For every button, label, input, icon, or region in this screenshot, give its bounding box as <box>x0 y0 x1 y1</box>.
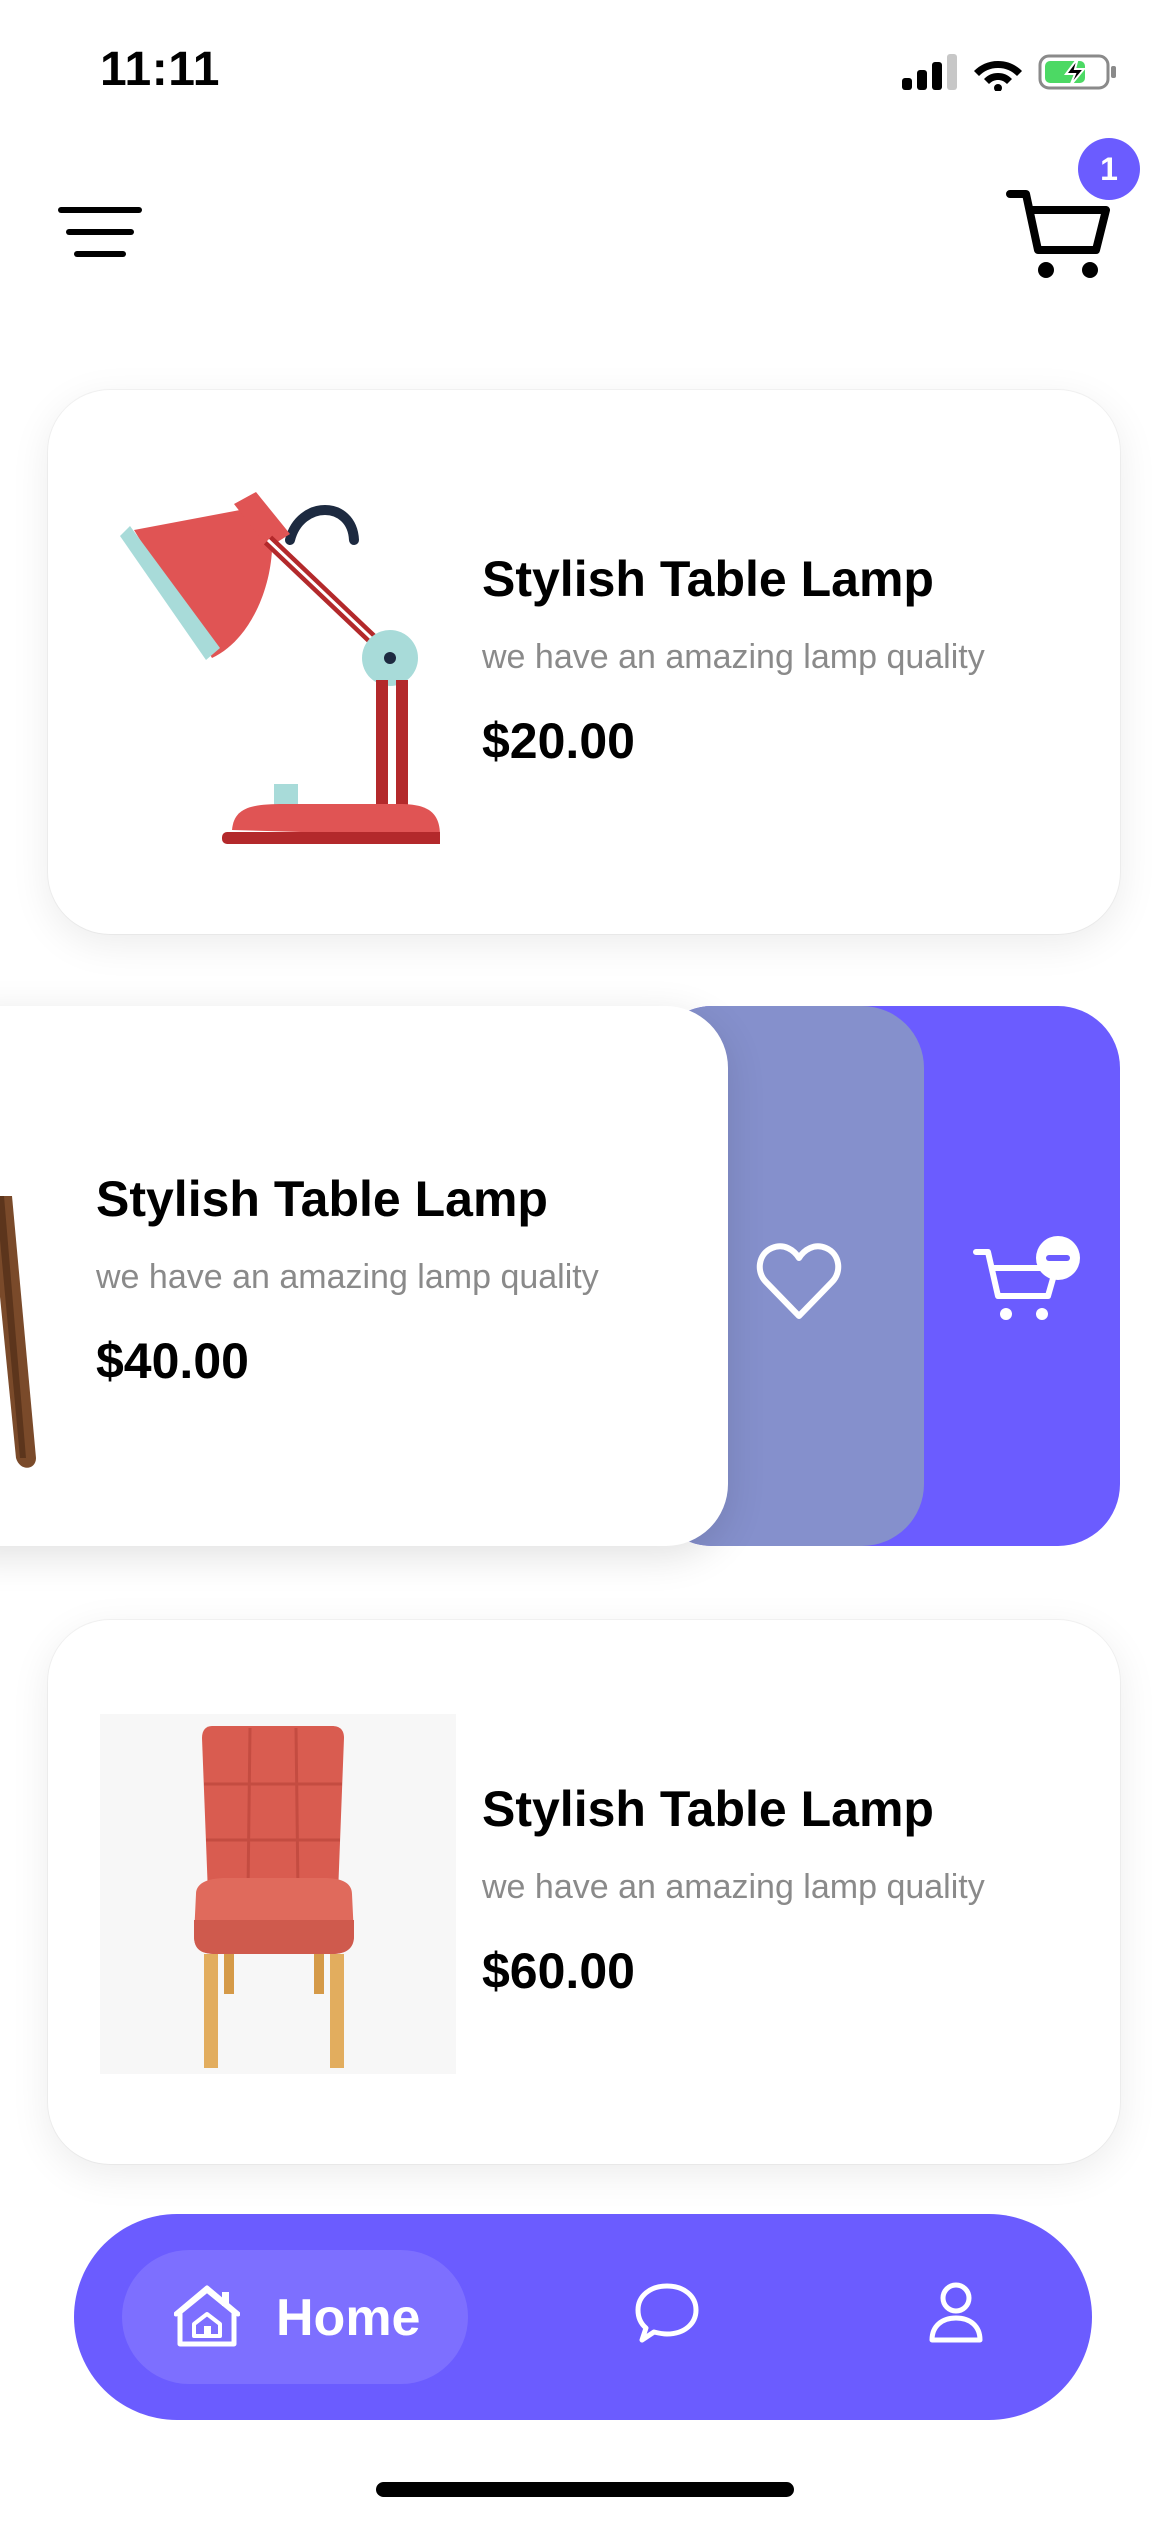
cart-remove-icon <box>973 1236 1080 1320</box>
cart-count-badge: 1 <box>1078 138 1140 200</box>
nav-home-label: Home <box>276 2289 421 2347</box>
status-time: 11:11 <box>100 43 220 96</box>
product-title: Stylish Table Lamp <box>482 1781 934 1837</box>
chair-image <box>100 1714 456 2074</box>
wifi-icon <box>974 61 1022 91</box>
cart-button[interactable] <box>1006 188 1110 284</box>
home-icon <box>174 2285 240 2347</box>
nav-item-profile[interactable] <box>928 2280 984 2346</box>
product-subtitle: we have an amazing lamp quality <box>482 1868 985 1906</box>
battery-charging-icon <box>1038 54 1116 90</box>
product-card[interactable]: Stylish Table Lamp we have an amazing la… <box>48 1620 1120 2164</box>
nav-item-home[interactable]: Home <box>122 2250 468 2384</box>
product-price: $20.00 <box>482 713 635 769</box>
product-price: $60.00 <box>482 1943 635 1999</box>
cellular-signal-icon <box>902 54 957 90</box>
status-icons <box>902 52 1120 92</box>
cart-icon <box>1006 190 1110 278</box>
nav-item-chat[interactable] <box>634 2280 700 2346</box>
product-title: Stylish Table Lamp <box>96 1171 548 1227</box>
bottom-nav: Home <box>74 2214 1092 2420</box>
floor-lamp-leg-image <box>0 1196 36 1468</box>
product-card[interactable]: Stylish Table Lamp we have an amazing la… <box>0 1006 728 1546</box>
product-subtitle: we have an amazing lamp quality <box>482 638 985 676</box>
chat-icon <box>635 2283 699 2343</box>
product-card[interactable]: Stylish Table Lamp we have an amazing la… <box>48 390 1120 934</box>
product-title: Stylish Table Lamp <box>482 551 934 607</box>
product-subtitle: we have an amazing lamp quality <box>96 1258 599 1296</box>
menu-button[interactable] <box>58 205 142 261</box>
hamburger-menu-icon <box>58 207 142 257</box>
table-lamp-image <box>120 492 440 844</box>
heart-icon <box>756 1243 842 1319</box>
profile-icon <box>929 2282 983 2343</box>
home-indicator <box>376 2482 794 2497</box>
product-price: $40.00 <box>96 1333 249 1389</box>
